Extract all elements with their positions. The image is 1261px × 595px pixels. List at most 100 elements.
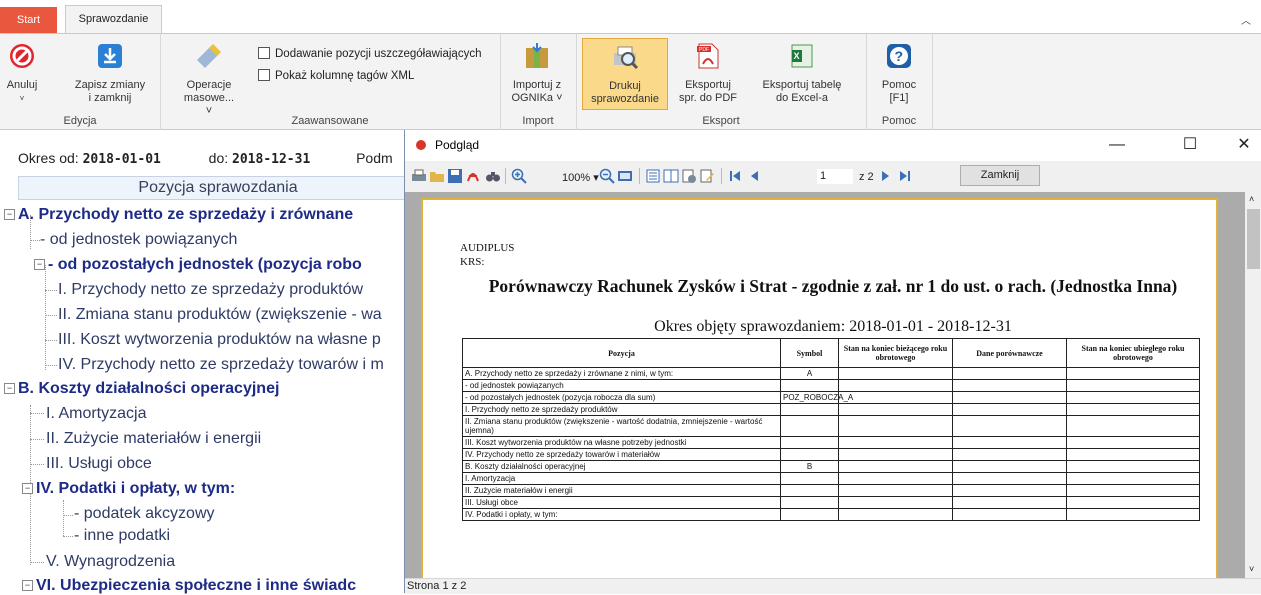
tree-node[interactable]: IV. Przychody netto ze sprzedaży towarów… bbox=[58, 356, 384, 374]
next-page-icon[interactable] bbox=[877, 168, 893, 184]
scroll-down-icon[interactable]: ˅ bbox=[1249, 564, 1254, 574]
report-company: AUDIPLUS bbox=[460, 242, 515, 254]
tree-node[interactable]: I. Przychody netto ze sprzedaży produktó… bbox=[58, 281, 363, 299]
checkbox-box[interactable] bbox=[258, 47, 270, 59]
tree-node[interactable]: − VI. Ubezpieczenia społeczne i inne świa… bbox=[22, 577, 356, 595]
save-and-close-button[interactable]: Zapisz zmiany i zamknij bbox=[70, 38, 150, 110]
collapse-toggle-icon[interactable]: − bbox=[22, 580, 33, 591]
tree-node[interactable]: - inne podatki bbox=[74, 527, 170, 545]
tree-node[interactable]: II. Zmiana stanu produktów (zwiększenie … bbox=[58, 306, 382, 324]
period-from-value[interactable]: 2018-01-01 bbox=[83, 152, 161, 167]
report-cell bbox=[780, 448, 839, 461]
report-cell bbox=[952, 472, 1067, 485]
close-window-button[interactable]: ✕ bbox=[1229, 134, 1259, 156]
full-page-icon[interactable] bbox=[617, 168, 633, 184]
tab-start[interactable]: Start bbox=[0, 7, 57, 33]
save-disk-icon[interactable] bbox=[447, 168, 463, 184]
report-cell bbox=[952, 460, 1067, 473]
first-page-icon[interactable] bbox=[727, 168, 743, 184]
report-page: AUDIPLUS KRS: Porównawczy Rachunek Zyskó… bbox=[421, 198, 1218, 578]
page-number-input[interactable]: 1 bbox=[817, 169, 853, 184]
tree-node-b[interactable]: − B. Koszty działalności operacyjnej bbox=[4, 380, 279, 398]
download-save-icon bbox=[98, 44, 122, 68]
single-page-icon[interactable] bbox=[645, 168, 661, 184]
tree-node[interactable]: III. Koszt wytworzenia produktów na włas… bbox=[58, 331, 381, 349]
page-setup-icon[interactable] bbox=[681, 168, 697, 184]
group-label-zaawansowane: Zaawansowane bbox=[291, 115, 369, 127]
find-binoculars-icon[interactable] bbox=[485, 168, 501, 184]
tree-node[interactable]: − IV. Podatki i opłaty, w tym: bbox=[22, 480, 235, 498]
last-page-icon[interactable] bbox=[897, 168, 913, 184]
help-button[interactable]: ? Pomoc [F1] bbox=[872, 38, 926, 110]
export-excel-button[interactable]: X Eksportuj tabelę do Excel-a bbox=[752, 38, 852, 110]
report-cell bbox=[838, 508, 953, 521]
tab-sprawozdanie[interactable]: Sprawozdanie bbox=[65, 5, 162, 33]
report-cell bbox=[838, 379, 953, 392]
report-cell: III. Koszt wytworzenia produktów na włas… bbox=[462, 436, 781, 449]
tree-node[interactable]: - od jednostek powiązanych bbox=[40, 231, 237, 249]
multi-page-icon[interactable] bbox=[663, 168, 679, 184]
print-icon[interactable] bbox=[411, 168, 427, 184]
open-folder-icon[interactable] bbox=[429, 168, 445, 184]
collapse-ribbon-icon[interactable]: ︿ bbox=[1241, 12, 1251, 27]
scroll-up-icon[interactable]: ˄ bbox=[1249, 194, 1254, 204]
report-cell bbox=[838, 496, 953, 509]
report-cell bbox=[952, 403, 1067, 416]
bulk-operations-button[interactable]: Operacje masowe... ˅ bbox=[180, 38, 238, 117]
report-cell: I. Przychody netto ze sprzedaży produktó… bbox=[462, 403, 781, 416]
export-pdf-button[interactable]: PDF Eksportuj spr. do PDF bbox=[674, 38, 742, 110]
report-cell bbox=[952, 448, 1067, 461]
zoom-out-icon[interactable] bbox=[599, 168, 615, 184]
close-preview-button[interactable]: Zamknij bbox=[960, 165, 1040, 186]
scroll-thumb[interactable] bbox=[1247, 209, 1260, 269]
report-cell bbox=[952, 508, 1067, 521]
tree-column-header: Pozycja sprawozdania bbox=[18, 176, 418, 200]
report-row: A. Przychody netto ze sprzedaży i zrówna… bbox=[462, 367, 1200, 380]
report-cell: II. Zmiana stanu produktów (zwiększenie … bbox=[462, 415, 781, 437]
tree-node-a[interactable]: − A. Przychody netto ze sprzedaży i zrówn… bbox=[4, 206, 353, 224]
report-cell bbox=[1066, 460, 1200, 473]
prev-page-icon[interactable] bbox=[747, 168, 763, 184]
xml-tags-checkbox[interactable]: Pokaż kolumnę tagów XML bbox=[258, 69, 414, 82]
zoom-in-icon[interactable] bbox=[511, 168, 527, 184]
period-to-value[interactable]: 2018-12-31 bbox=[232, 152, 310, 167]
pdf-file-icon: PDF bbox=[697, 43, 719, 69]
print-report-button[interactable]: Drukuj sprawozdanie bbox=[582, 38, 668, 110]
report-cell bbox=[952, 391, 1067, 404]
ribbon-tab-bar: Start Sprawozdanie ︿ bbox=[0, 0, 1261, 33]
tree-node[interactable]: III. Usługi obce bbox=[46, 455, 152, 473]
report-cell: - od jednostek powiązanych bbox=[462, 379, 781, 392]
collapse-toggle-icon[interactable]: − bbox=[4, 209, 15, 220]
report-cell bbox=[1066, 403, 1200, 416]
import-ognik-button[interactable]: Importuj z OGNIKa ˅ bbox=[504, 38, 570, 110]
cancel-button[interactable]: Anuluj ˅ bbox=[2, 38, 42, 110]
collapse-toggle-icon[interactable]: − bbox=[22, 483, 33, 494]
tree-node[interactable]: − - od pozostałych jednostek (pozycja rob… bbox=[34, 256, 362, 274]
help-question-icon: ? bbox=[887, 44, 911, 68]
collapse-toggle-icon[interactable]: − bbox=[4, 383, 15, 394]
tree-node[interactable]: - podatek akcyzowy bbox=[74, 505, 215, 523]
report-cell bbox=[838, 472, 953, 485]
vertical-scrollbar[interactable]: ˄ ˅ bbox=[1245, 192, 1261, 578]
report-row: IV. Podatki i opłaty, w tym: bbox=[462, 508, 1200, 521]
maximize-button[interactable]: ☐ bbox=[1175, 134, 1205, 156]
tree-node[interactable]: I. Amortyzacja bbox=[46, 405, 146, 423]
tree-node[interactable]: V. Wynagrodzenia bbox=[46, 553, 175, 571]
report-cell bbox=[838, 484, 953, 497]
preview-title-bar: Podgląd — ☐ ✕ bbox=[405, 130, 1261, 161]
report-cell bbox=[780, 415, 839, 437]
tree-node[interactable]: II. Zużycie materiałów i energii bbox=[46, 430, 261, 448]
report-cell bbox=[1066, 496, 1200, 509]
minimize-button[interactable]: — bbox=[1102, 134, 1132, 156]
preview-viewport[interactable]: AUDIPLUS KRS: Porównawczy Rachunek Zyskó… bbox=[405, 192, 1245, 578]
details-checkbox[interactable]: Dodawanie pozycji uszczegóławiających bbox=[258, 47, 481, 60]
zoom-select[interactable]: 100% ▾ bbox=[562, 171, 599, 184]
checkbox-box[interactable] bbox=[258, 69, 270, 81]
preview-title: Podgląd bbox=[435, 138, 480, 152]
collapse-toggle-icon[interactable]: − bbox=[34, 259, 45, 270]
edit-page-icon[interactable] bbox=[699, 168, 715, 184]
report-cell bbox=[952, 367, 1067, 380]
pdf-icon[interactable] bbox=[465, 168, 481, 184]
report-cell: POZ_ROBOCZA_A bbox=[780, 391, 853, 404]
group-edycja: Anuluj ˅ Zapisz zmiany i zamknij Edycja bbox=[0, 34, 161, 130]
